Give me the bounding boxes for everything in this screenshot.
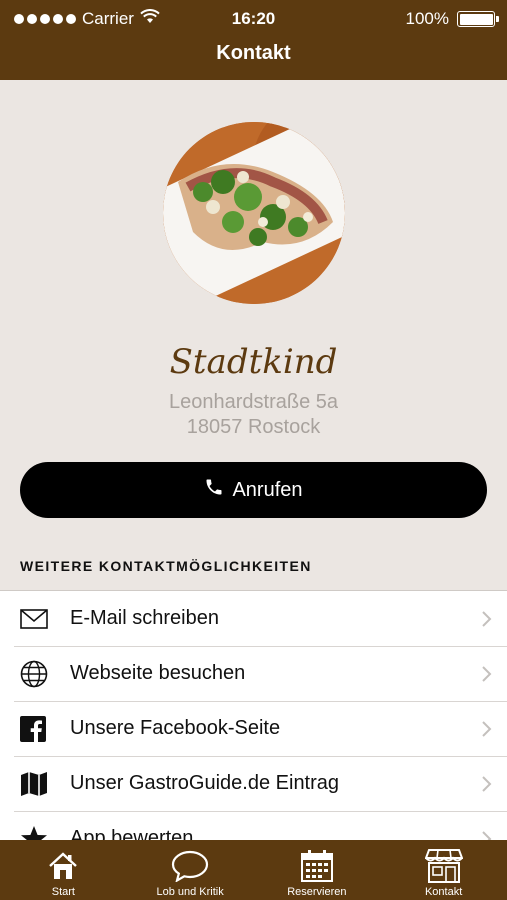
contact-option-label: App bewerten <box>70 827 194 840</box>
address-line-2: 18057 Rostock <box>186 416 321 438</box>
contact-option-label: Unsere Facebook-Seite <box>70 717 281 739</box>
contact-option-label: Unser GastroGuide.de Eintrag <box>70 772 340 794</box>
tab-kontakt[interactable]: Kontakt <box>380 840 507 900</box>
venue-photo <box>163 122 345 304</box>
battery-icon <box>457 11 499 27</box>
phone-icon <box>204 477 224 503</box>
star-icon <box>0 825 70 840</box>
home-icon <box>48 848 78 884</box>
tab-label: Lob und Kritik <box>156 886 224 898</box>
chevron-right-icon <box>467 720 507 737</box>
call-button[interactable]: Anrufen <box>20 462 487 518</box>
battery-percent: 100% <box>405 9 449 28</box>
chevron-right-icon <box>467 665 507 682</box>
venue-name: Stadtkind <box>169 342 338 382</box>
contact-option-gastroguide[interactable]: Unser GastroGuide.de Eintrag <box>0 756 507 811</box>
chevron-right-icon <box>467 775 507 792</box>
contact-option-website[interactable]: Webseite besuchen <box>0 646 507 701</box>
map-icon <box>0 771 70 797</box>
calendar-icon <box>300 848 334 884</box>
facebook-icon <box>0 715 70 742</box>
tab-label: Reservieren <box>287 886 347 898</box>
contact-option-email[interactable]: E-Mail schreiben <box>0 591 507 646</box>
envelope-icon <box>0 608 70 629</box>
contact-option-label: E-Mail schreiben <box>70 607 219 629</box>
address-line-1: Leonhardstraße 5a <box>168 391 338 413</box>
tab-label: Kontakt <box>424 886 463 898</box>
contact-option-facebook[interactable]: Unsere Facebook-Seite <box>0 701 507 756</box>
chevron-right-icon <box>467 610 507 627</box>
content-area[interactable]: Stadtkind Leonhardstraße 5a 18057 Rostoc… <box>0 80 507 840</box>
contact-option-label: Webseite besuchen <box>70 662 246 684</box>
tab-label: Start <box>51 886 75 898</box>
globe-icon <box>0 660 70 688</box>
tab-lob-und-kritik[interactable]: Lob und Kritik <box>127 840 254 900</box>
contact-option-rate-app[interactable]: App bewerten <box>0 811 507 840</box>
storefront-icon <box>424 848 463 884</box>
contact-options-list: E-Mail schreiben Webseite besuchen Unser… <box>0 590 507 840</box>
call-button-label: Anrufen <box>232 478 303 501</box>
page-title: Kontakt <box>216 42 291 64</box>
chevron-right-icon <box>467 830 507 840</box>
status-bar: Carrier 16:20 100% <box>0 0 507 38</box>
section-title: WEITERE KONTAKTMÖGLICHKEITEN <box>20 558 312 574</box>
tab-bar: Start Lob und Kritik Reservieren Kontakt <box>0 840 507 900</box>
tab-start[interactable]: Start <box>0 840 127 900</box>
tab-reservieren[interactable]: Reservieren <box>254 840 381 900</box>
navigation-bar: Kontakt <box>0 38 507 80</box>
speech-bubble-icon <box>171 848 209 884</box>
battery-area: 100% <box>405 9 499 29</box>
